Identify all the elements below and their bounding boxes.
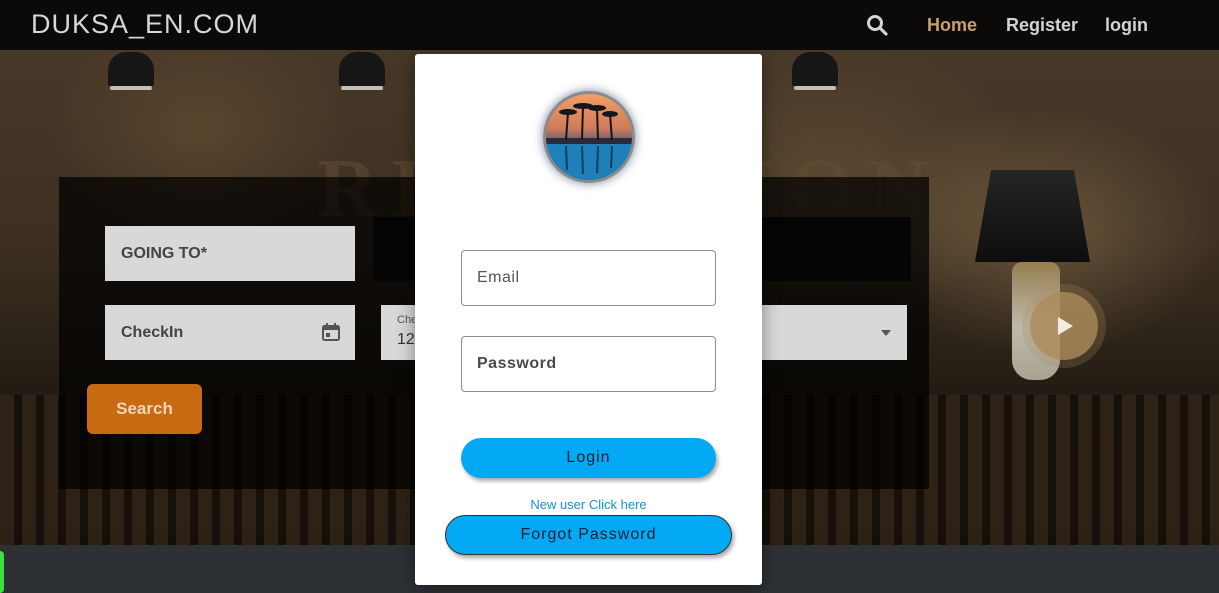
login-modal: Login New user Click here Forgot Passwor… xyxy=(415,54,762,585)
checkin-label: CheckIn xyxy=(121,323,184,341)
resort-logo xyxy=(543,91,635,183)
calendar-icon[interactable] xyxy=(321,322,341,342)
checkout-value: 12 xyxy=(397,331,415,348)
checkin-field[interactable]: CheckIn xyxy=(105,305,355,360)
play-video-button[interactable] xyxy=(1030,292,1098,360)
forgot-password-button[interactable]: Forgot Password xyxy=(445,515,732,555)
top-navbar: DUKSA_EN.COM Home Register login xyxy=(0,0,1219,50)
going-to-label: GOING TO* xyxy=(121,244,207,262)
search-button[interactable]: Search xyxy=(87,384,202,434)
going-to-field[interactable]: GOING TO* xyxy=(105,226,355,281)
new-user-link[interactable]: New user Click here xyxy=(415,497,762,512)
login-button[interactable]: Login xyxy=(461,438,716,478)
nav-register-link[interactable]: Register xyxy=(1006,15,1078,36)
play-icon xyxy=(1058,317,1073,335)
nav-home-link[interactable]: Home xyxy=(927,15,977,36)
email-input[interactable] xyxy=(461,250,716,306)
password-input[interactable] xyxy=(461,336,716,392)
chat-widget-edge[interactable] xyxy=(0,551,4,593)
search-icon[interactable] xyxy=(866,14,888,36)
dropdown-caret-icon[interactable] xyxy=(881,330,891,336)
site-brand[interactable]: DUKSA_EN.COM xyxy=(31,9,259,40)
nav-login-link[interactable]: login xyxy=(1105,15,1148,36)
